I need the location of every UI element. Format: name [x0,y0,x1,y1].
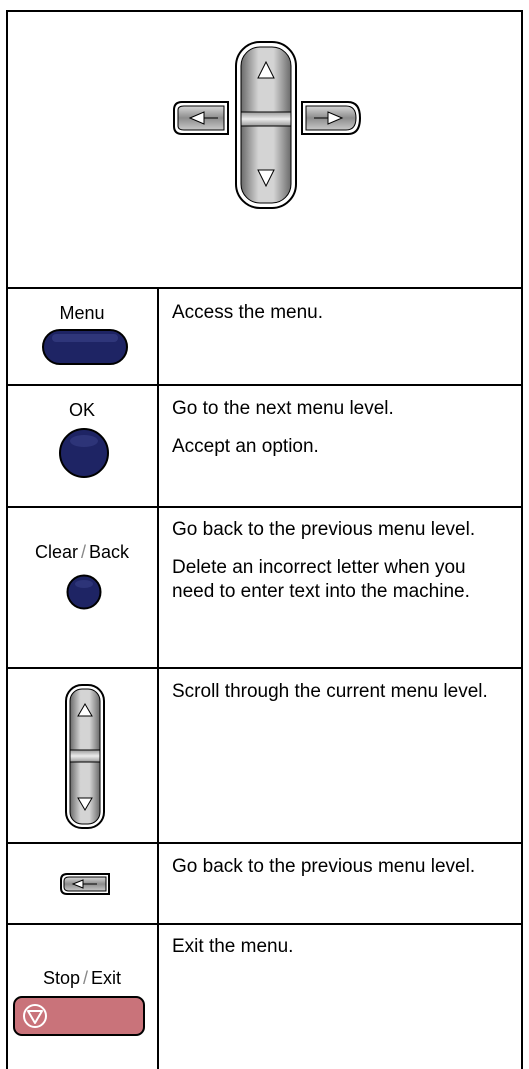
description-text: Scroll through the current menu level. [172,681,488,702]
menu-description: Access the menu. [172,301,512,325]
description-text: Go back to the previous menu level. [172,856,476,877]
clear-label: Clear [34,542,78,562]
stop-label: Stop [42,968,80,988]
description-text: Access the menu. [172,302,324,323]
navigation-cross-icon [173,41,362,209]
column-divider [157,288,159,1069]
description-text: Delete an incorrect letter when you need… [172,557,470,602]
clear-back-button[interactable] [66,574,102,610]
clear-back-description: Go back to the previous menu level. Dele… [172,518,512,604]
row-divider [6,287,523,289]
description-text: Exit the menu. [172,936,294,957]
description-text: Go back to the previous menu level. [172,519,476,540]
up-down-key-icon [235,41,297,209]
ok-description: Go to the next menu level. Accept an opt… [172,397,512,459]
label-separator: / [83,968,89,988]
left-key-description: Go back to the previous menu level. [172,855,512,879]
right-arrow-key-icon [301,101,362,135]
menu-button[interactable] [42,329,128,365]
row-divider [6,384,523,386]
exit-label: Exit [91,968,122,988]
description-text: Accept an option. [172,436,319,457]
description-text: Go to the next menu level. [172,398,394,419]
row-divider [6,667,523,669]
stop-exit-button-label: Stop / Exit [7,968,157,989]
stop-exit-description: Exit the menu. [172,935,512,959]
stop-exit-button[interactable] [13,996,145,1036]
menu-button-label: Menu [59,303,105,323]
back-label: Back [89,542,130,562]
ok-button-label: OK [68,400,95,420]
left-arrow-key-icon [173,101,229,135]
label-separator: / [80,542,86,562]
ok-button[interactable] [58,427,110,479]
left-arrow-key-icon[interactable] [59,872,111,896]
up-down-key-icon[interactable] [65,684,105,829]
scroll-description: Scroll through the current menu level. [172,680,512,704]
row-divider [6,923,523,925]
clear-back-button-label: Clear / Back [7,542,157,563]
row-divider [6,506,523,508]
row-divider [6,842,523,844]
